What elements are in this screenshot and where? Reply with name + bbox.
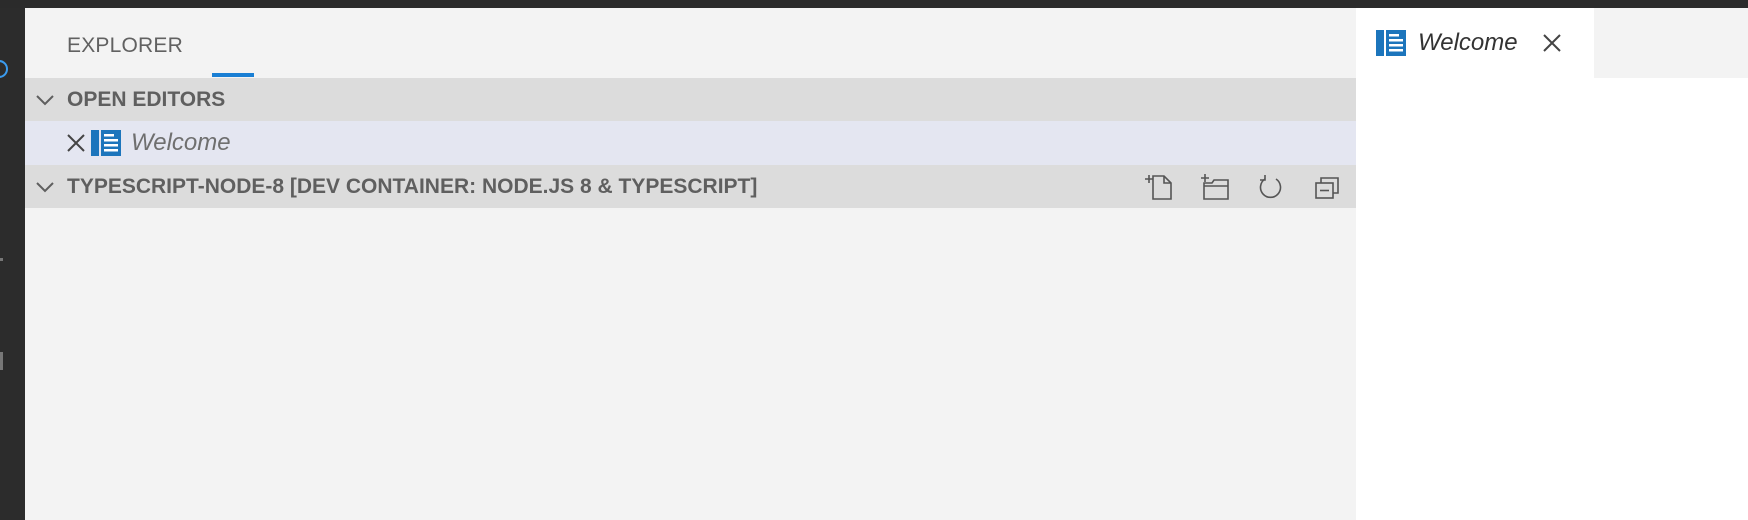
folder-section-header[interactable]: TYPESCRIPT-NODE-8 [DEV CONTAINER: NODE.J…	[25, 165, 1356, 208]
collapse-all-icon[interactable]	[1312, 172, 1342, 202]
active-view-indicator	[212, 73, 254, 77]
tab-bar: Welcome	[1356, 8, 1748, 78]
open-editors-section-header[interactable]: OPEN EDITORS	[25, 78, 1356, 121]
folder-actions	[1144, 165, 1356, 208]
sidebar-header: EXPLORER	[25, 8, 1356, 78]
open-editors-title: OPEN EDITORS	[67, 87, 226, 111]
open-editor-item[interactable]: Welcome	[25, 121, 1356, 165]
folder-title: TYPESCRIPT-NODE-8 [DEV CONTAINER: NODE.J…	[67, 174, 758, 198]
activity-marker	[0, 352, 3, 370]
activity-bar	[0, 8, 25, 520]
tab-label: Welcome	[1418, 29, 1518, 56]
new-file-icon[interactable]	[1144, 172, 1174, 202]
refresh-icon[interactable]	[1256, 172, 1286, 202]
new-folder-icon[interactable]	[1200, 172, 1230, 202]
explorer-sidebar: EXPLORER OPEN EDITORS Welcome TYPESCRIPT…	[25, 8, 1356, 520]
activity-marker	[0, 258, 3, 261]
title-bar-strip	[0, 0, 1748, 8]
chevron-down-icon[interactable]	[33, 88, 57, 112]
close-icon[interactable]	[1540, 31, 1564, 55]
close-icon[interactable]	[65, 132, 87, 154]
editor-area: Welcome	[1356, 8, 1748, 520]
chevron-down-icon[interactable]	[33, 175, 57, 199]
open-editor-label: Welcome	[131, 129, 231, 156]
tab-welcome[interactable]: Welcome	[1356, 8, 1594, 78]
sidebar-title[interactable]: EXPLORER	[67, 34, 183, 58]
welcome-file-icon	[1376, 30, 1406, 56]
welcome-file-icon	[91, 130, 121, 156]
remote-indicator-icon[interactable]	[0, 60, 8, 78]
